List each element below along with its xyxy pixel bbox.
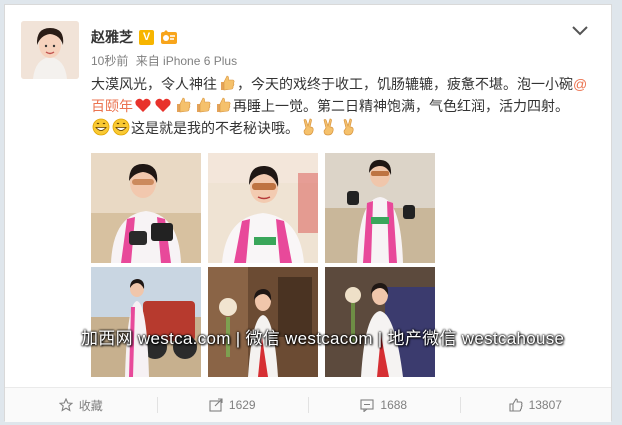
text-part-1: 大漠风光，令人神往 (91, 76, 217, 92)
action-bar: 收藏 1629 1688 13807 (5, 387, 611, 422)
chevron-down-icon[interactable] (571, 25, 589, 37)
photo-thumbnail[interactable] (325, 267, 435, 377)
star-icon (58, 398, 73, 412)
thumbs-up-emoji-icon (197, 97, 211, 113)
favorite-label: 收藏 (78, 398, 103, 413)
member-badge-icon[interactable] (160, 29, 178, 45)
post-time[interactable]: 10秒前 (91, 54, 128, 68)
avatar[interactable] (21, 21, 79, 79)
post-source[interactable]: 来自 iPhone 6 Plus (136, 54, 237, 68)
like-icon (509, 398, 523, 412)
thumbs-up-emoji-icon (217, 97, 231, 113)
victory-hand-emoji-icon (303, 118, 314, 136)
photo-thumbnail[interactable] (208, 153, 318, 263)
post-text: 大漠风光，令人神往 ，今天的戏终于收工，饥肠辘辘，疲惫不堪。泡一小碗@百颐年 再睡上… (91, 73, 591, 139)
heart-emoji-icon (135, 98, 151, 112)
watermark-text: 加西网 westca.com | 微信 westcacom | 地产微信 wes… (81, 329, 565, 348)
weibo-post-card: 赵雅芝 V 10秒前 来自 iPhone 6 Plus 大漠风光，令人神往 ，今天… (4, 4, 612, 422)
photo-thumbnail[interactable] (325, 153, 435, 263)
repost-count: 1629 (228, 398, 256, 412)
comment-icon (360, 399, 374, 412)
author-name[interactable]: 赵雅芝 (91, 27, 133, 47)
thumbs-up-emoji-icon (177, 97, 191, 113)
text-part-2: ，今天的戏终于收工，饥肠辘辘，疲惫不堪。泡一小碗 (237, 76, 573, 92)
thumbs-up-emoji-icon (221, 75, 235, 91)
post-meta: 10秒前 来自 iPhone 6 Plus (91, 52, 241, 69)
like-button[interactable]: 13807 (459, 388, 612, 422)
photo-thumbnail[interactable] (208, 267, 318, 377)
victory-hand-emoji-icon (323, 118, 334, 136)
victory-hand-emoji-icon (343, 118, 354, 136)
comment-count: 1688 (380, 398, 408, 412)
grin-emoji-icon (92, 118, 110, 136)
text-part-4: 这是就是我的不老秘诀哦。 (131, 120, 299, 136)
like-count: 13807 (528, 398, 562, 412)
photo-thumbnail[interactable] (91, 153, 201, 263)
grin-emoji-icon (112, 118, 130, 136)
favorite-button[interactable]: 收藏 (5, 388, 157, 422)
text-part-3: 再睡上一觉。第二日精神饱满，气色红润，活力四射。 (233, 98, 569, 114)
author-row: 赵雅芝 V (91, 27, 178, 47)
comment-button[interactable]: 1688 (308, 388, 460, 422)
share-icon (209, 398, 223, 412)
photo-thumbnail[interactable] (91, 267, 201, 377)
heart-emoji-icon (155, 98, 171, 112)
repost-button[interactable]: 1629 (156, 388, 309, 422)
verified-icon[interactable]: V (139, 29, 154, 45)
